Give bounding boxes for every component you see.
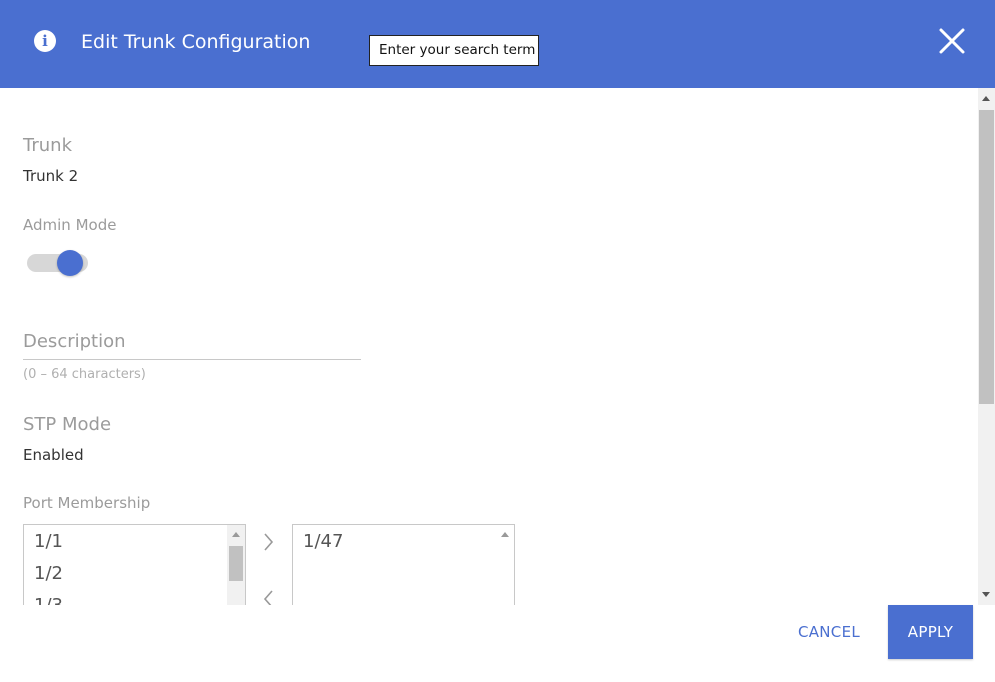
scroll-up-icon[interactable]	[501, 532, 509, 537]
scroll-up-icon[interactable]	[982, 96, 990, 101]
port-membership-label: Port Membership	[23, 494, 151, 512]
close-icon	[939, 28, 965, 54]
scroll-up-icon[interactable]	[232, 532, 240, 537]
scroll-thumb[interactable]	[229, 546, 243, 581]
dialog-footer: CANCEL APPLY	[0, 605, 995, 682]
list-item[interactable]: 1/3	[24, 590, 245, 605]
selected-list-scrollbar[interactable]	[496, 525, 514, 605]
move-right-button[interactable]	[258, 529, 280, 555]
dialog-header: i Edit Trunk Configuration Enter your se…	[0, 0, 995, 88]
list-item[interactable]: 1/47	[293, 526, 514, 558]
close-button[interactable]	[936, 25, 968, 57]
selected-ports-list[interactable]: 1/47	[292, 524, 515, 605]
apply-button[interactable]: APPLY	[888, 605, 973, 659]
trunk-value: Trunk 2	[23, 167, 79, 185]
stp-mode-label: STP Mode	[23, 414, 112, 435]
description-hint: (0 – 64 characters)	[23, 367, 146, 382]
toggle-knob	[57, 250, 83, 276]
scroll-down-icon[interactable]	[982, 592, 990, 597]
trunk-label: Trunk	[23, 135, 72, 156]
admin-mode-label: Admin Mode	[23, 216, 117, 234]
list-item[interactable]: 1/1	[24, 526, 245, 558]
dialog-scrollbar[interactable]	[978, 88, 995, 605]
cancel-button[interactable]: CANCEL	[786, 605, 872, 659]
description-input[interactable]	[23, 324, 361, 360]
chevron-right-icon	[264, 533, 274, 551]
chevron-left-icon	[263, 590, 273, 605]
admin-mode-toggle[interactable]	[27, 250, 88, 276]
info-icon: i	[34, 30, 56, 52]
available-ports-list[interactable]: 1/1 1/2 1/3	[23, 524, 246, 605]
list-item[interactable]: 1/2	[24, 558, 245, 590]
dialog-title: Edit Trunk Configuration	[81, 31, 311, 53]
search-tooltip: Enter your search term	[369, 35, 539, 66]
move-left-button[interactable]	[258, 586, 280, 605]
edit-trunk-dialog: i Edit Trunk Configuration Enter your se…	[0, 0, 995, 682]
stp-mode-value: Enabled	[23, 446, 84, 464]
dialog-body: Trunk Trunk 2 Admin Mode (0 – 64 charact…	[0, 88, 978, 605]
available-list-scrollbar[interactable]	[227, 525, 245, 605]
scroll-thumb[interactable]	[979, 110, 994, 404]
